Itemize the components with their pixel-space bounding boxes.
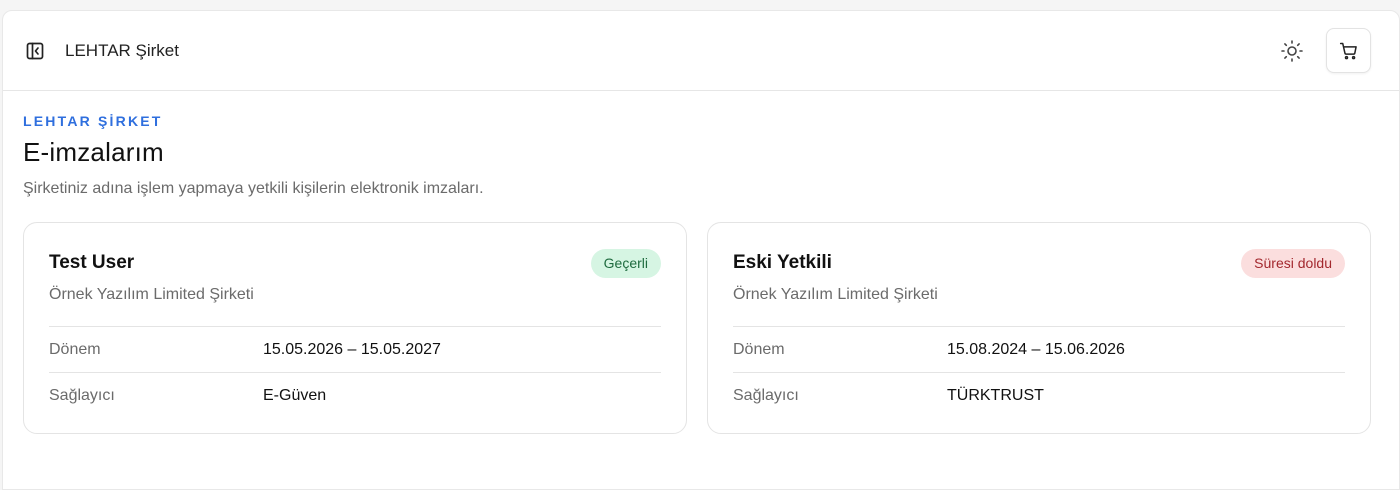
detail-row-provider: Sağlayıcı E-Güven — [49, 372, 661, 418]
signature-card: Eski Yetkili Süresi doldu Örnek Yazılım … — [707, 222, 1371, 434]
card-details: Dönem 15.08.2024 – 15.06.2026 Sağlayıcı … — [733, 326, 1345, 418]
detail-value: 15.05.2026 – 15.05.2027 — [263, 340, 441, 358]
status-badge: Süresi doldu — [1241, 249, 1345, 278]
status-badge: Geçerli — [590, 249, 661, 278]
top-bar-left: LEHTAR Şirket — [23, 39, 179, 63]
card-header: Test User Geçerli — [49, 249, 661, 278]
brand-name: LEHTAR Şirket — [65, 40, 179, 60]
page-eyebrow: LEHTAR ŞİRKET — [23, 113, 163, 129]
sun-icon[interactable] — [1278, 37, 1306, 65]
main-content: LEHTAR ŞİRKET E-imzalarım Şirketiniz adı… — [3, 91, 1399, 434]
card-header: Eski Yetkili Süresi doldu — [733, 249, 1345, 278]
page-description: Şirketiniz adına işlem yapmaya yetkili k… — [23, 180, 484, 197]
detail-row-period: Dönem 15.08.2024 – 15.06.2026 — [733, 326, 1345, 372]
signer-company: Örnek Yazılım Limited Şirketi — [49, 286, 254, 303]
cart-icon — [1339, 42, 1357, 59]
app-window: LEHTAR Şirket LEHTAR ŞİRKET E-imzalarım … — [2, 10, 1400, 490]
detail-row-provider: Sağlayıcı TÜRKTRUST — [733, 372, 1345, 418]
page-title: E-imzalarım — [23, 137, 164, 167]
detail-label: Sağlayıcı — [49, 386, 115, 404]
top-bar-right — [1278, 28, 1371, 73]
signer-company: Örnek Yazılım Limited Şirketi — [733, 286, 938, 303]
detail-label: Sağlayıcı — [733, 386, 799, 404]
card-details: Dönem 15.05.2026 – 15.05.2027 Sağlayıcı … — [49, 326, 661, 418]
detail-label: Dönem — [49, 340, 101, 358]
detail-label: Dönem — [733, 340, 785, 358]
cart-button[interactable] — [1326, 28, 1371, 73]
signer-name: Eski Yetkili — [733, 252, 832, 273]
detail-row-period: Dönem 15.05.2026 – 15.05.2027 — [49, 326, 661, 372]
top-bar: LEHTAR Şirket — [3, 11, 1399, 91]
signer-name: Test User — [49, 252, 135, 273]
signature-cards: Test User Geçerli Örnek Yazılım Limited … — [23, 222, 1379, 434]
signature-card: Test User Geçerli Örnek Yazılım Limited … — [23, 222, 687, 434]
detail-value: TÜRKTRUST — [947, 386, 1044, 404]
detail-value: E-Güven — [263, 386, 327, 404]
sidebar-collapse-icon[interactable] — [23, 39, 47, 63]
detail-value: 15.08.2024 – 15.06.2026 — [947, 340, 1125, 358]
